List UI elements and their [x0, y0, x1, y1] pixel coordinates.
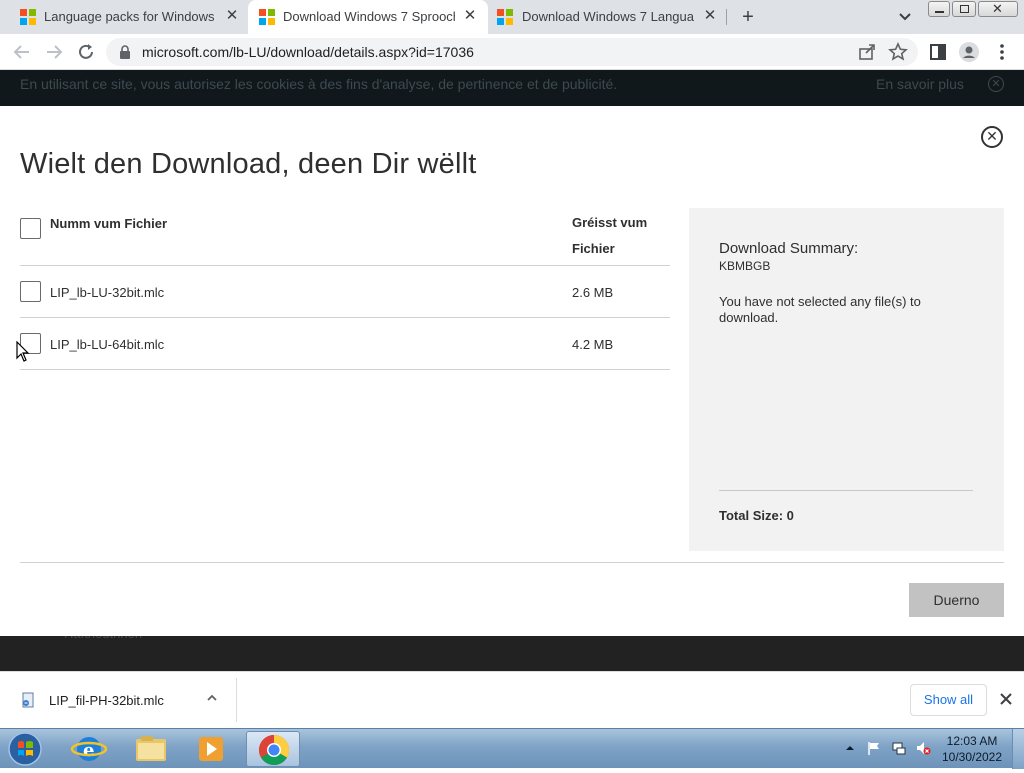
chevron-down-icon[interactable] [895, 8, 915, 26]
cookie-learn-more-link[interactable]: En savoir plus [876, 76, 964, 92]
windows-start-button[interactable] [4, 730, 46, 768]
side-panel-icon[interactable] [928, 42, 948, 62]
divider [20, 562, 1004, 563]
file-checkbox[interactable] [20, 281, 41, 302]
download-summary-panel: Download Summary: KBMBGB You have not se… [689, 208, 1004, 551]
window-close-button[interactable]: ✕ [978, 1, 1018, 17]
action-center-flag-icon[interactable] [866, 740, 882, 756]
close-icon[interactable]: ✕ [702, 8, 718, 24]
select-all-checkbox[interactable] [20, 218, 41, 239]
share-icon[interactable] [857, 42, 877, 62]
restore-button[interactable] [952, 1, 976, 17]
close-icon[interactable] [998, 691, 1014, 707]
file-explorer-icon[interactable] [124, 731, 178, 767]
table-header: Numm vum Fichier Gréisst vum Fichier [20, 208, 670, 266]
chrome-taskbar-button[interactable] [246, 731, 300, 767]
star-icon[interactable] [888, 42, 908, 62]
tab-download-sproocher[interactable]: Download Windows 7 Sproocher ✕ [248, 0, 488, 34]
divider [719, 490, 973, 491]
download-file-name[interactable]: LIP_fil-PH-32bit.mlc [49, 693, 164, 708]
close-icon[interactable]: ✕ [224, 8, 240, 24]
file-name: LIP_lb-LU-64bit.mlc [50, 337, 165, 352]
file-size: 2.6 MB [572, 285, 614, 300]
profile-avatar-icon[interactable] [959, 42, 979, 62]
file-name: LIP_lb-LU-32bit.mlc [50, 285, 165, 300]
chrome-icon [258, 735, 290, 766]
volume-muted-icon[interactable] [915, 740, 931, 756]
media-player-icon[interactable] [184, 731, 238, 767]
mouse-cursor-icon [16, 341, 30, 362]
reload-icon[interactable] [75, 41, 97, 63]
summary-message: You have not selected any file(s) to dow… [719, 294, 921, 325]
menu-dots-icon[interactable] [992, 42, 1012, 62]
network-icon[interactable] [891, 740, 907, 756]
close-icon[interactable]: ✕ [988, 76, 1004, 92]
table-row: LIP_lb-LU-64bit.mlc 4.2 MB [20, 318, 670, 370]
page-overlay: Haftnoutnnen [0, 626, 1024, 671]
internet-explorer-icon[interactable]: e [62, 731, 116, 767]
show-all-button[interactable]: Show all [910, 684, 987, 716]
clock-date[interactable]: 10/30/2022 [940, 750, 1004, 764]
chevron-up-icon[interactable] [205, 691, 219, 705]
column-header-name: Numm vum Fichier [50, 216, 168, 231]
divider [236, 678, 237, 722]
tab-language-packs[interactable]: Language packs for Windows ✕ [12, 0, 248, 34]
address-bar[interactable]: microsoft.com/lb-LU/download/details.asp… [106, 38, 918, 66]
total-size: Total Size: 0 [719, 508, 794, 523]
tab-separator [726, 9, 727, 25]
dialog-title: Wielt den Download, deen Dir wëllt [20, 148, 477, 180]
close-icon[interactable]: ✕ [462, 8, 478, 24]
tab-strip: Language packs for Windows ✕ Download Wi… [0, 0, 1024, 34]
tab-title: Download Windows 7 Sproocher [283, 9, 455, 24]
tab-title: Download Windows 7 Language [522, 9, 694, 24]
forward-arrow-icon[interactable] [43, 41, 65, 63]
next-button[interactable]: Duerno [909, 583, 1004, 617]
download-dialog: ✕ Wielt den Download, deen Dir wëllt Num… [0, 106, 1024, 636]
close-icon[interactable]: ✕ [981, 126, 1003, 148]
new-tab-button[interactable]: + [737, 6, 759, 28]
show-hidden-icons-icon[interactable] [845, 743, 855, 753]
tab-download-language[interactable]: Download Windows 7 Language ✕ [488, 0, 728, 34]
lock-icon[interactable] [119, 45, 131, 59]
minimize-button[interactable] [928, 1, 950, 17]
taskbar: e 12:03 AM 10/30/2022 [0, 728, 1024, 769]
back-arrow-icon[interactable] [11, 41, 33, 63]
summary-code: KBMBGB [719, 259, 771, 273]
download-shelf: LIP_fil-PH-32bit.mlc Show all [0, 671, 1024, 728]
microsoft-logo-icon [20, 9, 36, 25]
table-row: LIP_lb-LU-32bit.mlc 2.6 MB [20, 266, 670, 318]
microsoft-logo-icon [259, 9, 275, 25]
url-text[interactable]: microsoft.com/lb-LU/download/details.asp… [142, 44, 474, 60]
file-size: 4.2 MB [572, 337, 614, 352]
cookie-banner: En utilisant ce site, vous autorisez les… [0, 70, 1024, 106]
summary-title: Download Summary: [719, 240, 859, 257]
show-desktop-button[interactable] [1012, 729, 1024, 769]
file-icon [22, 692, 34, 708]
cookie-text: En utilisant ce site, vous autorisez les… [20, 76, 618, 92]
browser-toolbar: microsoft.com/lb-LU/download/details.asp… [0, 34, 1024, 70]
tab-title: Language packs for Windows [44, 9, 214, 24]
clock-time[interactable]: 12:03 AM [946, 734, 998, 748]
microsoft-logo-icon [497, 9, 513, 25]
column-header-size: Gréisst vum Fichier [572, 215, 648, 256]
